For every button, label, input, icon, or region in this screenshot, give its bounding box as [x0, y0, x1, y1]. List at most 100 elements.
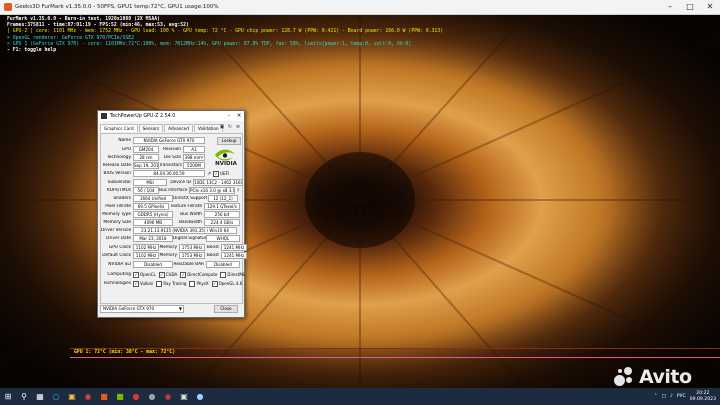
tab-advanced[interactable]: Advanced: [164, 124, 193, 132]
app4-taskbar-button[interactable]: ▣: [176, 388, 192, 405]
taskview-button[interactable]: ▦: [32, 388, 48, 405]
directml-checkbox[interactable]: [220, 271, 227, 278]
physx-checkbox[interactable]: [189, 280, 196, 287]
subvendor-field: MSI: [133, 178, 167, 187]
device-id-label: Device ID: [170, 180, 191, 185]
search-icon: ⚲: [21, 392, 27, 401]
app3-taskbar-button[interactable]: ◉: [160, 388, 176, 405]
bios-version-field: 84.04.36.00.59: [133, 169, 205, 178]
refresh-icon[interactable]: ↻: [227, 124, 233, 130]
shaders-label: Shaders: [113, 196, 131, 201]
subvendor-label: Subvendor: [107, 180, 131, 185]
vulkan-checkbox[interactable]: ✓: [133, 280, 139, 287]
texture-fillrate-label: Texture Fillrate: [170, 204, 202, 209]
avito-wordmark: Avito: [639, 366, 692, 388]
gpu-clock-field: 1102 MHz: [133, 243, 159, 252]
transistors-field: 5200M: [183, 161, 205, 170]
lookup-button[interactable]: Lookup: [217, 136, 241, 145]
rops-tmus-field: 56 / 104: [133, 186, 159, 195]
sli-label: NVIDIA SLI: [108, 262, 131, 267]
taskview-icon: ▦: [36, 392, 44, 401]
directcompute-checkbox[interactable]: ✓: [180, 271, 187, 278]
opencl-label: OpenCL: [140, 272, 156, 277]
close-button-gpuz[interactable]: Close: [214, 304, 238, 313]
gpuz-taskbar-button[interactable]: ■: [112, 388, 128, 405]
gpuz-window[interactable]: TechPowerUp GPU-Z 2.54.0 – ✕ Graphics Ca…: [97, 110, 247, 318]
opengl-checkbox[interactable]: ✓: [211, 280, 218, 287]
boost-clock-field: 1241 MHz: [221, 243, 247, 252]
die-size-field: 398 mm²: [183, 153, 205, 162]
memory-size-label: Memory Size: [103, 220, 131, 225]
clock-date: 09.09.2023: [689, 396, 716, 402]
chrome-taskbar-button[interactable]: ◉: [80, 388, 96, 405]
furmark-app-icon: [4, 3, 12, 11]
ray-tracing-checkbox[interactable]: [156, 280, 163, 287]
tray-chevron-icon[interactable]: ⌃: [654, 394, 658, 399]
language-indicator[interactable]: РУС: [677, 394, 686, 399]
technologies-label: Technologies: [103, 281, 131, 286]
graphics-card-panel: Name NVIDIA GeForce GTX 970 Lookup GPU G…: [100, 133, 247, 304]
driver-version-field: 23.21.13.9135 (NVIDIA 391.35) / Win10 64: [133, 226, 237, 235]
technology-label: Technology: [106, 155, 131, 160]
directx-field: 12 (12_1): [208, 194, 238, 203]
volume-icon[interactable]: ♪: [670, 394, 673, 399]
transistors-label: Transistors: [159, 163, 183, 168]
uefi-label: UEFI: [220, 171, 230, 176]
computing-label: Computing: [107, 272, 131, 277]
nvidia-logo-text: NVIDIA: [215, 161, 237, 167]
name-field: NVIDIA GeForce GTX 970: [133, 136, 205, 145]
gpuz-icon: ■: [116, 392, 124, 401]
edge-icon: ○: [52, 392, 60, 401]
bios-save-icon[interactable]: ↗: [207, 171, 211, 177]
overlay-line: > GPU 1 (GeForce GTX 970) - core: 1101MH…: [7, 41, 412, 47]
maximize-button[interactable]: □: [680, 0, 700, 14]
minimize-button[interactable]: –: [660, 0, 680, 14]
bus-width-label: Bus Width: [180, 212, 202, 217]
directml-label: DirectML: [227, 272, 246, 277]
app-taskbar-button[interactable]: ●: [128, 388, 144, 405]
close-button[interactable]: ✕: [700, 0, 720, 14]
app5-taskbar-button[interactable]: ●: [192, 388, 208, 405]
bandwidth-field: 224.4 GB/s: [204, 218, 240, 227]
camera-icon[interactable]: ▣: [219, 124, 225, 130]
temperature-graph-label: GPU 1: 72°C (min: 38°C - max: 72°C): [74, 350, 176, 355]
opencl-checkbox[interactable]: ✓: [133, 271, 139, 278]
menu-icon[interactable]: ≡: [235, 124, 241, 130]
release-date-label: Release Date: [102, 163, 131, 168]
help-icon[interactable]: ?: [237, 188, 239, 193]
furmark-titlebar[interactable]: Geeks3D FurMark v1.35.0.0 - 50FPS, GPU1 …: [0, 0, 720, 15]
gpu-select[interactable]: NVIDIA GeForce GTX 970 ▼: [100, 304, 184, 313]
clock[interactable]: 20:22 09.09.2023: [690, 391, 716, 402]
start-button[interactable]: ⊞: [0, 388, 16, 405]
explorer-taskbar-button[interactable]: ▣: [64, 388, 80, 405]
edge-taskbar-button[interactable]: ○: [48, 388, 64, 405]
driver-date-field: Mar 23, 2018: [133, 234, 173, 243]
search-button[interactable]: ⚲: [16, 388, 32, 405]
overlay-line: [ GPU-Z ] core: 1101 MHz - mem: 1752 MHz…: [7, 29, 444, 35]
gpuz-close-button[interactable]: ✕: [234, 113, 244, 119]
chevron-down-icon: ▼: [178, 305, 182, 311]
directcompute-label: DirectCompute: [187, 272, 218, 277]
gpu-select-value: NVIDIA GeForce GTX 970: [103, 305, 155, 311]
furmark-taskbar-button[interactable]: ■: [96, 388, 112, 405]
network-icon[interactable]: □: [662, 394, 666, 399]
tab-graphics-card[interactable]: Graphics Card: [100, 124, 138, 132]
shaders-field: 1664 Unified: [133, 194, 173, 203]
system-tray: ⌃ □ ♪ РУС 20:22 09.09.2023: [654, 388, 716, 405]
tab-sensors[interactable]: Sensors: [138, 124, 164, 132]
default-boost-label: Boost: [206, 253, 219, 258]
default-boost-field: 1241 MHz: [221, 251, 247, 260]
chrome-icon: ◉: [84, 392, 92, 401]
digital-signature-field: WHQL: [206, 234, 240, 243]
uefi-checkbox[interactable]: ✓: [213, 170, 220, 177]
cuda-checkbox[interactable]: ✓: [158, 271, 165, 278]
bios-version-label: BIOS Version: [103, 171, 132, 176]
app2-taskbar-button[interactable]: ●: [144, 388, 160, 405]
overlay-line: - F1: toggle help: [7, 48, 57, 54]
texture-fillrate-field: 129.1 GTexel/s: [204, 202, 240, 211]
boost-clock-label: Boost: [206, 245, 219, 250]
gpuz-minimize-button[interactable]: –: [224, 113, 234, 119]
sli-field: Disabled: [133, 260, 173, 269]
gpuz-titlebar[interactable]: TechPowerUp GPU-Z 2.54.0 – ✕: [98, 111, 244, 121]
physx-label: PhysX: [196, 281, 209, 286]
